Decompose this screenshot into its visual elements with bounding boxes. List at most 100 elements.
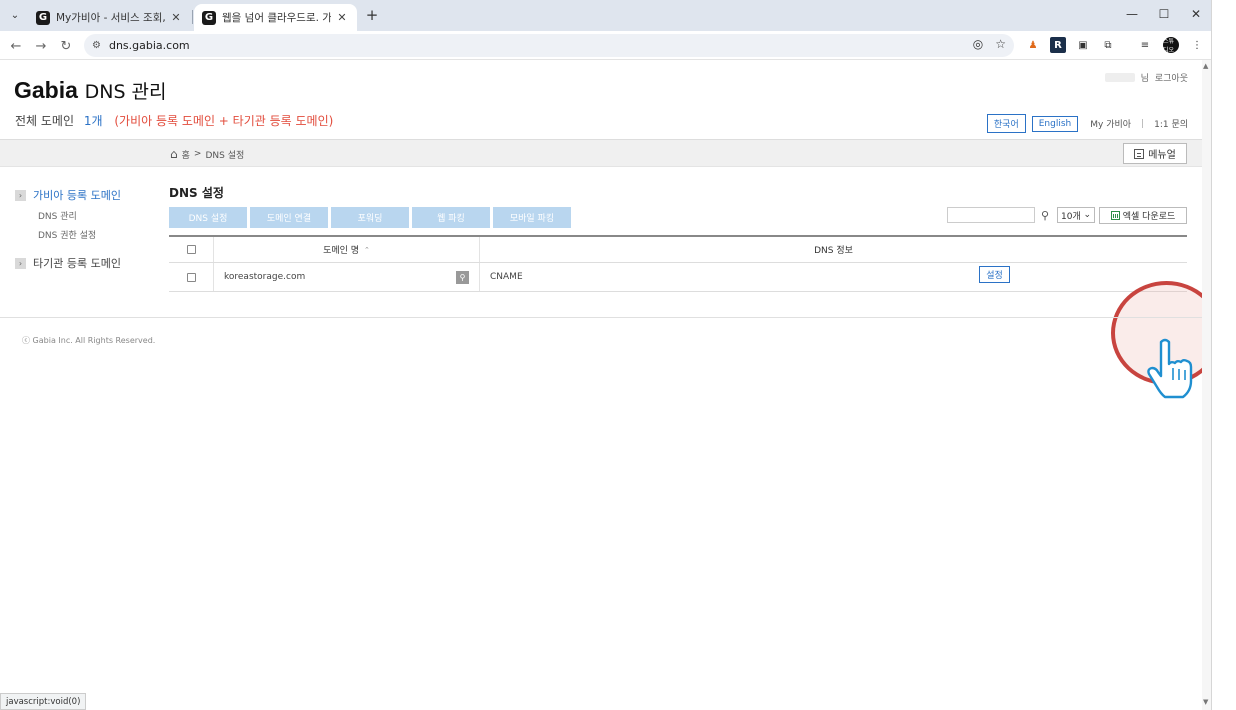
sidebar-item-other-domains[interactable]: › 타기관 등록 도메인 xyxy=(15,255,121,271)
manual-label: 메뉴얼 xyxy=(1148,150,1176,161)
bookmark-star-icon[interactable]: ☆ xyxy=(995,37,1006,51)
sort-asc-icon[interactable]: ⌃ xyxy=(364,246,370,254)
reload-icon[interactable]: ↻ xyxy=(55,35,77,57)
new-tab-icon[interactable]: + xyxy=(363,6,381,24)
excel-download-button[interactable]: 엑셀 다운로드 xyxy=(1099,207,1187,224)
select-all-checkbox[interactable] xyxy=(186,245,196,254)
reading-list-icon[interactable]: ≡ xyxy=(1137,37,1153,53)
table-header-row: 도메인 명 ⌃ DNS 정보 xyxy=(169,237,1187,263)
breadcrumb-separator: > xyxy=(193,149,202,159)
tab-search-icon[interactable]: ⌄ xyxy=(5,5,25,25)
extension-r-icon[interactable]: R xyxy=(1050,37,1066,53)
column-header-label: 도메인 명 xyxy=(323,246,360,256)
lang-korean-button[interactable]: 한국어 xyxy=(986,114,1026,133)
vertical-scrollbar[interactable] xyxy=(1202,60,1211,710)
row-checkbox-cell xyxy=(169,263,214,291)
footer-divider xyxy=(0,317,1202,318)
tab-separator xyxy=(192,10,193,24)
extension-chess-icon[interactable]: ♟ xyxy=(1025,37,1041,53)
forward-icon[interactable]: → xyxy=(30,35,52,57)
domain-summary: 전체 도메인 1개 (가비아 등록 도메인 + 타기관 등록 도메인) xyxy=(15,112,333,129)
magnifier-icon[interactable]: ⚲ xyxy=(456,271,469,284)
domain-cell: koreastorage.com ⚲ xyxy=(214,263,480,291)
close-icon[interactable]: ✕ xyxy=(169,11,183,24)
excel-download-label: 엑셀 다운로드 xyxy=(1122,212,1176,222)
breadcrumb-current: DNS 설정 xyxy=(205,150,245,161)
dns-setting-button[interactable]: DNS 설정 xyxy=(169,207,247,228)
window-close-icon[interactable]: ✕ xyxy=(1179,4,1211,24)
home-icon[interactable]: ⌂ xyxy=(170,147,178,161)
status-bar-url: javascript:void(0) xyxy=(0,693,87,710)
sidebar: › 가비아 등록 도메인 DNS 관리 DNS 권한 설정 › 타기관 등록 도… xyxy=(15,187,121,271)
extensions-puzzle-icon[interactable]: ⧉ xyxy=(1100,37,1116,53)
chevron-right-icon: › xyxy=(15,257,26,269)
dns-record-type: CNAME xyxy=(490,272,523,282)
brand-name: Gabia xyxy=(14,77,78,103)
my-gabia-link[interactable]: My 가비아 xyxy=(1090,117,1131,130)
user-area: 님 로그아웃 xyxy=(1104,71,1188,84)
search-input[interactable] xyxy=(947,207,1035,223)
breadcrumb: ⌂ 홈 > DNS 설정 xyxy=(170,147,244,161)
chevron-down-icon: ⌄ xyxy=(1083,210,1091,220)
site-info-icon[interactable]: ⚙ xyxy=(92,40,101,51)
address-bar[interactable]: ⚙ dns.gabia.com ◎ ☆ xyxy=(84,34,1014,57)
domain-table: 도메인 명 ⌃ DNS 정보 koreastorage.com ⚲ CNAME xyxy=(169,235,1187,292)
breadcrumb-bar: ⌂ 홈 > DNS 설정 메뉴얼 xyxy=(0,139,1202,167)
row-checkbox[interactable] xyxy=(186,272,196,282)
table-row: koreastorage.com ⚲ CNAME xyxy=(169,263,1187,292)
mobile-parking-button[interactable]: 모바일 파킹 xyxy=(493,207,571,228)
copyright-text: ⓒ Gabia Inc. All Rights Reserved. xyxy=(22,336,156,345)
column-header-domain[interactable]: 도메인 명 ⌃ xyxy=(214,237,480,262)
breadcrumb-home[interactable]: 홈 xyxy=(182,148,190,161)
tab-title: 웹을 넘어 클라우드로. 가비아 xyxy=(222,12,331,24)
highlight-circle xyxy=(1111,281,1211,385)
page-brand: Gabia DNS 관리 xyxy=(14,77,167,104)
domain-connect-button[interactable]: 도메인 연결 xyxy=(250,207,328,228)
web-parking-button[interactable]: 웹 파킹 xyxy=(412,207,490,228)
header-checkbox-cell xyxy=(169,237,214,262)
divider: | xyxy=(1141,118,1145,129)
sidebar-item-gabia-domains[interactable]: › 가비아 등록 도메인 xyxy=(15,187,121,203)
minimize-icon[interactable]: — xyxy=(1115,4,1149,24)
inquiry-link[interactable]: 1:1 문의 xyxy=(1154,117,1188,130)
summary-detail: (가비아 등록 도메인 + 타기관 등록 도메인) xyxy=(114,114,334,128)
sidebar-subitem-dns-manage[interactable]: DNS 관리 xyxy=(38,209,121,222)
per-page-value: 10개 xyxy=(1061,211,1081,222)
page-content: Gabia DNS 관리 전체 도메인 1개 (가비아 등록 도메인 + 타기관… xyxy=(0,60,1211,710)
pointer-hand-icon xyxy=(1147,338,1193,404)
tab-gabia-active[interactable]: G 웹을 넘어 클라우드로. 가비아 ✕ xyxy=(194,4,357,31)
search-icon[interactable]: ⚲ xyxy=(1037,207,1053,223)
browser-menu-icon[interactable]: ⋮ xyxy=(1189,37,1205,53)
gabia-favicon-icon: G xyxy=(36,10,50,25)
tab-strip: ⌄ G My가비아 - 서비스 조회, 비용 ✕ G 웹을 넘어 클라우드로. … xyxy=(0,0,1211,31)
lang-english-button[interactable]: English xyxy=(1031,115,1079,132)
logout-link[interactable]: 로그아웃 xyxy=(1155,71,1188,84)
scroll-down-icon[interactable]: ▼ xyxy=(1203,698,1208,706)
dns-cell: CNAME xyxy=(480,263,1187,291)
per-page-select[interactable]: 10개 ⌄ xyxy=(1057,207,1095,223)
column-header-label: DNS 정보 xyxy=(814,246,853,256)
chevron-right-icon: › xyxy=(15,189,26,201)
action-toolbar: DNS 설정 도메인 연결 포워딩 웹 파킹 모바일 파킹 xyxy=(169,207,571,228)
manual-button[interactable]: 메뉴얼 xyxy=(1123,143,1187,164)
profile-avatar[interactable]: 스튜디오 xyxy=(1163,37,1179,54)
utility-links: 한국어 English My 가비아 | 1:1 문의 xyxy=(986,114,1188,133)
sidebar-subitem-dns-permission[interactable]: DNS 권한 설정 xyxy=(38,228,121,241)
gabia-favicon-icon: G xyxy=(202,10,216,25)
manual-icon xyxy=(1134,148,1145,159)
close-icon[interactable]: ✕ xyxy=(335,11,349,24)
forwarding-button[interactable]: 포워딩 xyxy=(331,207,409,228)
page-title: DNS 설정 xyxy=(169,186,224,200)
summary-label: 전체 도메인 xyxy=(15,114,75,128)
scroll-up-icon[interactable]: ▲ xyxy=(1203,62,1208,70)
domain-name: koreastorage.com xyxy=(224,272,306,282)
extension-ticket-icon[interactable]: ▣ xyxy=(1075,37,1091,53)
dns-config-button[interactable]: 설정 xyxy=(979,266,1010,283)
tab-title: My가비아 - 서비스 조회, 비용 xyxy=(56,12,165,24)
back-icon[interactable]: ← xyxy=(5,35,27,57)
maximize-icon[interactable]: ☐ xyxy=(1147,4,1181,24)
eye-slash-icon[interactable]: ◎ xyxy=(973,37,983,51)
user-suffix: 님 xyxy=(1140,74,1149,84)
tab-mygabia[interactable]: G My가비아 - 서비스 조회, 비용 ✕ xyxy=(28,4,191,31)
url-text: dns.gabia.com xyxy=(108,39,190,52)
